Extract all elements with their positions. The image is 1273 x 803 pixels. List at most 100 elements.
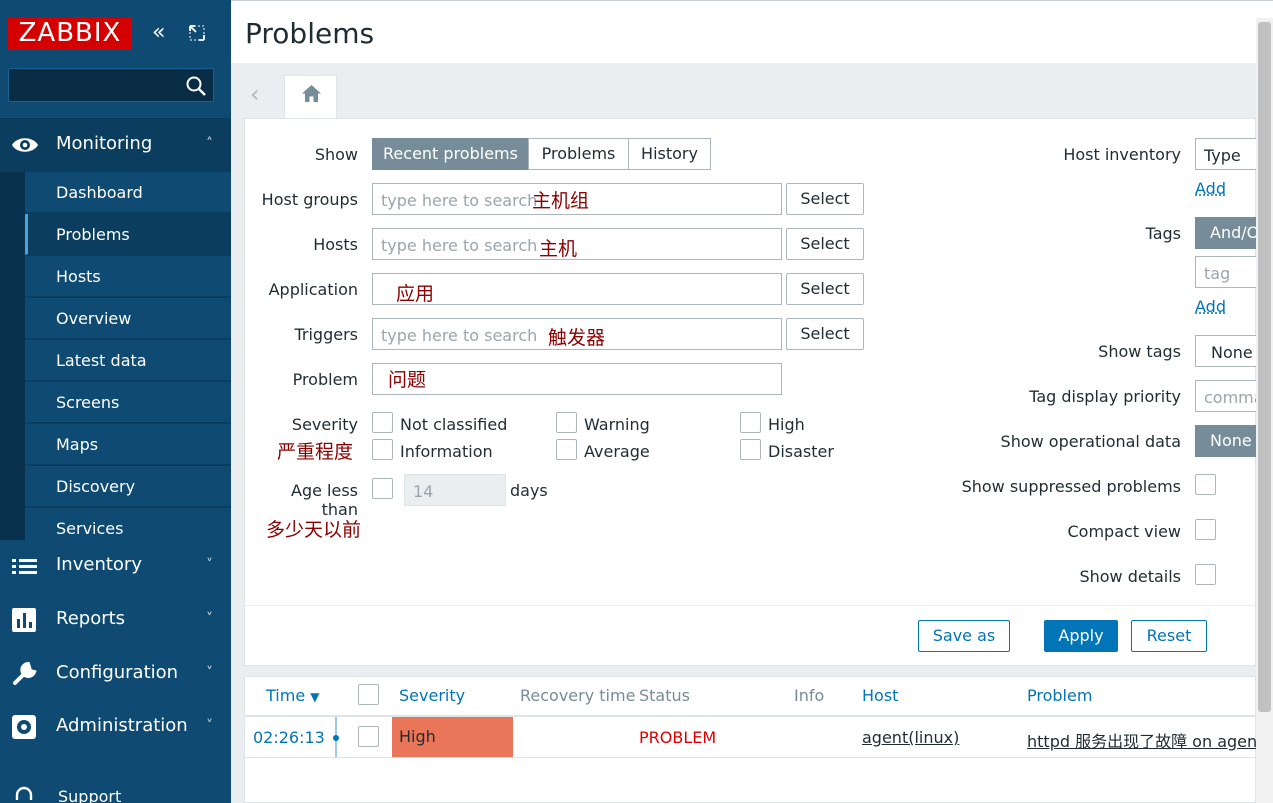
tag-input[interactable]: tag <box>1195 256 1256 288</box>
menu-administration-label: Administration <box>56 715 188 736</box>
column-time[interactable]: Time ▼ <box>266 686 319 705</box>
severity-note: 严重程度 <box>277 441 354 463</box>
show-suppressed-checkbox[interactable] <box>1195 474 1216 495</box>
sidebar-search-input[interactable] <box>8 68 214 102</box>
sidebar-item-screens[interactable]: Screens <box>25 382 231 423</box>
chevron-down-icon: ˅ <box>206 665 213 681</box>
filter-home-tab[interactable] <box>284 75 337 119</box>
column-severity[interactable]: Severity <box>399 686 465 705</box>
menu-reports[interactable]: Reports ˅ <box>0 593 231 647</box>
row-problem-link[interactable]: httpd 服务出现了故障 on agent(linux) <box>1027 728 1256 752</box>
age-note: 多少天以前 <box>266 519 362 541</box>
home-icon <box>302 85 321 102</box>
row-checkbox[interactable] <box>358 726 379 747</box>
tags-label: Tags <box>1145 224 1181 243</box>
age-unit-label: days <box>510 481 548 500</box>
row-time-link[interactable]: 02:26:13 <box>253 728 325 747</box>
row-status: PROBLEM <box>639 728 717 747</box>
triggers-label: Triggers <box>294 325 358 344</box>
age-label: Age less than <box>291 481 358 519</box>
sidebar-item-problems[interactable]: Problems <box>25 214 231 255</box>
kiosk-mode-icon[interactable] <box>188 24 206 42</box>
hosts-note: 主机 <box>539 238 578 260</box>
monitoring-submenu: Dashboard Problems Hosts Overview Latest… <box>0 172 231 540</box>
list-icon <box>12 559 37 574</box>
show-label: Show <box>314 145 358 164</box>
tags-and-or-toggle[interactable]: And/Or <box>1195 217 1256 249</box>
hosts-label: Hosts <box>313 235 358 254</box>
severity-not-classified-checkbox[interactable] <box>372 412 393 433</box>
show-history[interactable]: History <box>628 138 711 170</box>
age-days-input[interactable]: 14 <box>404 474 506 506</box>
sidebar-item-discovery[interactable]: Discovery <box>25 466 231 507</box>
tags-add-link[interactable]: Add <box>1195 297 1226 316</box>
severity-warning-checkbox[interactable] <box>556 412 577 433</box>
chevron-left-icon[interactable]: ‹ <box>250 80 270 108</box>
show-details-checkbox[interactable] <box>1195 564 1216 585</box>
search-icon[interactable] <box>185 75 207 97</box>
menu-configuration[interactable]: Configuration ˅ <box>0 647 231 701</box>
sidebar-item-latest-data[interactable]: Latest data <box>25 340 231 381</box>
age-checkbox[interactable] <box>372 478 393 499</box>
scrollbar-thumb[interactable] <box>1258 22 1271 712</box>
headset-icon <box>15 786 33 800</box>
show-tags-none[interactable]: None <box>1195 335 1256 367</box>
zabbix-logo[interactable]: ZABBIX <box>8 17 132 50</box>
sidebar-item-dashboard[interactable]: Dashboard <box>25 172 231 213</box>
row-host-link[interactable]: agent(linux) <box>862 728 959 747</box>
menu-monitoring-label: Monitoring <box>56 133 153 154</box>
show-details-label: Show details <box>1079 567 1181 586</box>
show-operational-data-label: Show operational data <box>1000 432 1181 451</box>
row-severity-cell: High <box>392 717 513 757</box>
menu-inventory[interactable]: Inventory ˅ <box>0 539 231 593</box>
host-groups-label: Host groups <box>261 190 358 209</box>
tag-display-priority-label: Tag display priority <box>1029 387 1181 406</box>
collapse-sidebar-icon[interactable]: « <box>152 22 178 46</box>
triggers-note: 触发器 <box>548 327 606 349</box>
host-inventory-type-select[interactable]: Type <box>1195 138 1256 170</box>
select-all-checkbox[interactable] <box>358 684 379 705</box>
apply-button[interactable]: Apply <box>1044 620 1118 652</box>
sidebar-item-overview[interactable]: Overview <box>25 298 231 339</box>
severity-high-checkbox[interactable] <box>740 412 761 433</box>
menu-support-label: Support <box>58 787 122 803</box>
sidebar-item-maps[interactable]: Maps <box>25 424 231 465</box>
host-groups-note: 主机组 <box>532 190 590 212</box>
save-as-button[interactable]: Save as <box>918 620 1010 652</box>
application-label: Application <box>268 280 358 299</box>
wrench-icon <box>13 661 37 685</box>
severity-disaster-checkbox[interactable] <box>740 439 761 460</box>
sidebar-item-services[interactable]: Services <box>25 508 231 540</box>
triggers-select-button[interactable]: Select <box>786 318 864 350</box>
tag-display-priority-input[interactable]: comma-separated list <box>1195 380 1256 412</box>
reset-button[interactable]: Reset <box>1131 620 1207 652</box>
operational-data-none[interactable]: None <box>1195 425 1256 457</box>
chevron-down-icon: ˅ <box>206 611 213 627</box>
host-inventory-add-link[interactable]: Add <box>1195 179 1226 198</box>
host-groups-select-button[interactable]: Select <box>786 183 864 215</box>
show-recent-problems[interactable]: Recent problems <box>372 138 529 170</box>
chevron-down-icon: ˅ <box>206 718 213 734</box>
problem-input[interactable] <box>372 363 782 395</box>
column-problem[interactable]: Problem <box>1027 686 1092 705</box>
severity-not-classified-label: Not classified <box>400 415 508 434</box>
severity-label: Severity <box>291 415 358 434</box>
severity-information-label: Information <box>400 442 493 461</box>
severity-average-checkbox[interactable] <box>556 439 577 460</box>
problem-note: 问题 <box>388 369 427 391</box>
menu-monitoring[interactable]: Monitoring ˄ <box>0 118 231 172</box>
menu-support[interactable]: Support <box>0 780 231 803</box>
problem-label: Problem <box>292 370 358 389</box>
column-host[interactable]: Host <box>862 686 898 705</box>
hosts-select-button[interactable]: Select <box>786 228 864 260</box>
menu-administration[interactable]: Administration ˅ <box>0 700 231 754</box>
page-scrollbar[interactable] <box>1256 18 1273 803</box>
column-recovery-time: Recovery time <box>520 686 636 705</box>
application-select-button[interactable]: Select <box>786 273 864 305</box>
host-inventory-label: Host inventory <box>1063 145 1181 164</box>
severity-information-checkbox[interactable] <box>372 439 393 460</box>
show-problems[interactable]: Problems <box>528 138 629 170</box>
eye-icon <box>12 138 38 152</box>
compact-view-checkbox[interactable] <box>1195 519 1216 540</box>
sidebar-item-hosts[interactable]: Hosts <box>25 256 231 297</box>
